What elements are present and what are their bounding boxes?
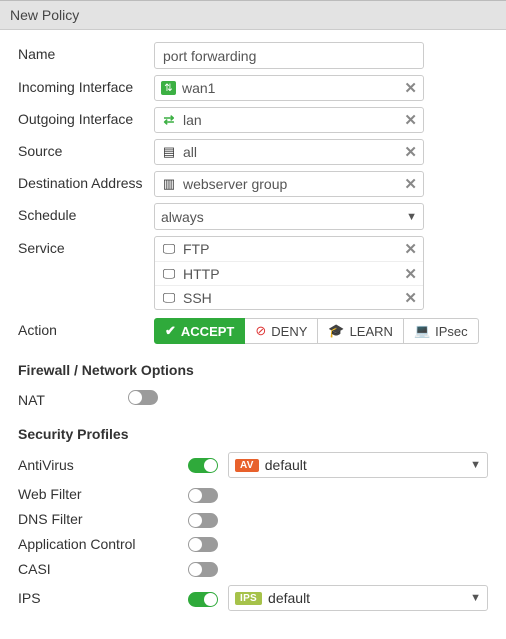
remove-icon[interactable]: ✕	[404, 175, 417, 193]
casi-toggle[interactable]	[188, 562, 218, 577]
learn-label: LEARN	[350, 324, 393, 339]
ips-badge: IPS	[235, 592, 262, 605]
chevron-down-icon: ▼	[406, 211, 417, 223]
remove-icon[interactable]: ✕	[404, 240, 417, 258]
service-icon: 🖵	[161, 266, 177, 282]
ips-select[interactable]: IPS default ▼	[228, 585, 488, 611]
address-icon: ▤	[161, 144, 177, 160]
schedule-value: always	[161, 209, 204, 225]
incoming-value: wan1	[182, 80, 215, 96]
deny-button[interactable]: ⊘ DENY	[245, 318, 318, 344]
ips-value: default	[268, 590, 310, 606]
outgoing-label: Outgoing Interface	[18, 107, 154, 127]
action-group: ✔ ACCEPT ⊘ DENY 🎓 LEARN 💻 IPsec	[154, 318, 488, 344]
av-label: AntiVirus	[18, 457, 188, 473]
app-label: Application Control	[18, 536, 188, 552]
source-label: Source	[18, 139, 154, 159]
policy-form: Name Incoming Interface ⇅ wan1 ✕ Outgoin…	[0, 30, 506, 639]
interface-wan-icon: ⇅	[161, 81, 176, 95]
remove-icon[interactable]: ✕	[404, 79, 417, 97]
nat-label: NAT	[18, 388, 128, 408]
outgoing-value: lan	[183, 112, 202, 128]
service-item[interactable]: 🖵 HTTP ✕	[155, 261, 423, 285]
dest-item[interactable]: ▥ webserver group ✕	[155, 172, 423, 196]
service-icon: 🖵	[161, 290, 177, 306]
outgoing-item[interactable]: ⇄ lan ✕	[155, 108, 423, 132]
name-label: Name	[18, 42, 154, 62]
address-group-icon: ▥	[161, 176, 177, 192]
deny-label: DENY	[271, 324, 307, 339]
learn-icon: 🎓	[328, 323, 344, 339]
service-value: HTTP	[183, 266, 220, 282]
dest-label: Destination Address	[18, 171, 154, 191]
deny-icon: ⊘	[255, 323, 266, 339]
av-toggle[interactable]	[188, 458, 218, 473]
av-badge: AV	[235, 459, 259, 472]
dest-value: webserver group	[183, 176, 287, 192]
wf-toggle[interactable]	[188, 488, 218, 503]
wf-label: Web Filter	[18, 486, 188, 502]
av-value: default	[265, 457, 307, 473]
remove-icon[interactable]: ✕	[404, 289, 417, 307]
app-toggle[interactable]	[188, 537, 218, 552]
ips-label: IPS	[18, 590, 188, 606]
dns-toggle[interactable]	[188, 513, 218, 528]
ips-toggle[interactable]	[188, 592, 218, 607]
name-input[interactable]	[154, 42, 424, 69]
source-item[interactable]: ▤ all ✕	[155, 140, 423, 164]
service-item[interactable]: 🖵 SSH ✕	[155, 285, 423, 309]
firewall-section-title: Firewall / Network Options	[18, 362, 488, 378]
ipsec-button[interactable]: 💻 IPsec	[404, 318, 479, 344]
service-value: FTP	[183, 241, 209, 257]
learn-button[interactable]: 🎓 LEARN	[318, 318, 404, 344]
remove-icon[interactable]: ✕	[404, 265, 417, 283]
ipsec-icon: 💻	[414, 323, 430, 339]
service-value: SSH	[183, 290, 212, 306]
source-value: all	[183, 144, 197, 160]
schedule-label: Schedule	[18, 203, 154, 223]
interface-lan-icon: ⇄	[161, 112, 177, 128]
service-item[interactable]: 🖵 FTP ✕	[155, 237, 423, 261]
chevron-down-icon: ▼	[470, 459, 481, 471]
schedule-select[interactable]: always ▼	[154, 203, 424, 230]
chevron-down-icon: ▼	[470, 592, 481, 604]
nat-toggle[interactable]	[128, 390, 158, 405]
action-label: Action	[18, 318, 154, 338]
dns-label: DNS Filter	[18, 511, 188, 527]
incoming-item[interactable]: ⇅ wan1 ✕	[155, 76, 423, 100]
service-label: Service	[18, 236, 154, 256]
remove-icon[interactable]: ✕	[404, 111, 417, 129]
security-section-title: Security Profiles	[18, 426, 488, 442]
page-title: New Policy	[0, 0, 506, 30]
remove-icon[interactable]: ✕	[404, 143, 417, 161]
casi-label: CASI	[18, 561, 188, 577]
check-icon: ✔	[165, 323, 176, 339]
service-list: 🖵 FTP ✕ 🖵 HTTP ✕ 🖵 SSH ✕	[154, 236, 424, 310]
accept-label: ACCEPT	[181, 324, 234, 339]
av-select[interactable]: AV default ▼	[228, 452, 488, 478]
incoming-label: Incoming Interface	[18, 75, 154, 95]
ipsec-label: IPsec	[435, 324, 468, 339]
accept-button[interactable]: ✔ ACCEPT	[154, 318, 245, 344]
service-icon: 🖵	[161, 241, 177, 257]
